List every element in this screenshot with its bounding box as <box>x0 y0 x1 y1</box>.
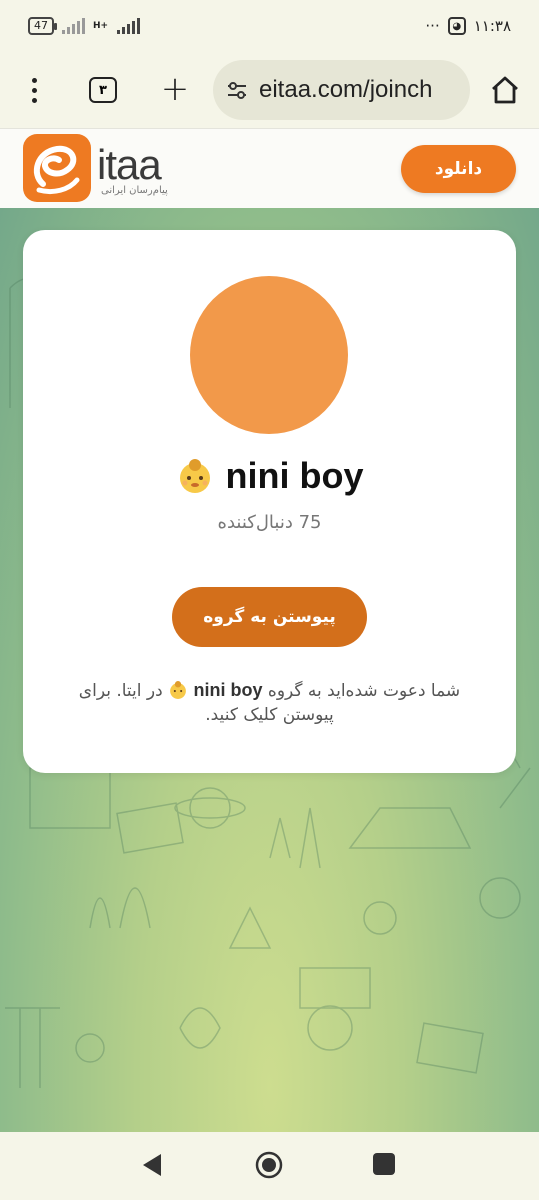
browser-toolbar: ۳ + eitaa.com/joinch <box>0 52 539 128</box>
battery-icon: 47 <box>28 17 57 35</box>
clock: ۱۱:۳۸ <box>473 17 511 35</box>
plus-icon[interactable]: + <box>158 72 192 106</box>
logo-tagline: پیام‌رسان ایرانی <box>101 185 168 196</box>
tab-switcher-button[interactable]: ۳ <box>89 77 117 103</box>
logo-word: itaa <box>97 141 162 188</box>
baby-emoji-icon <box>170 681 187 699</box>
system-nav-bar <box>0 1132 539 1200</box>
group-avatar <box>190 276 348 434</box>
eitaa-logo-icon <box>23 134 91 202</box>
baby-emoji-icon <box>179 459 210 493</box>
site-header: itaa پیام‌رسان ایرانی دانلود <box>0 128 539 208</box>
status-left: 47 H+ <box>28 17 141 35</box>
status-right: ··· ◕ ۱۱:۳۸ <box>425 17 511 35</box>
recents-square-icon[interactable] <box>373 1153 395 1175</box>
invite-prefix: شما دعوت شده‌اید به گروه <box>267 681 461 701</box>
address-bar[interactable]: eitaa.com/joinch <box>213 60 470 120</box>
tune-icon[interactable] <box>225 78 249 102</box>
invite-card: nini boy 75 دنبال‌کننده پیوستن به گروه ش… <box>23 230 516 773</box>
signal-icon-sim1 <box>62 18 85 34</box>
status-bar: 47 H+ ··· ◕ ۱۱:۳۸ <box>0 0 539 52</box>
group-name: nini boy <box>225 455 364 496</box>
invite-text: شما دعوت شده‌اید به گروه nini boy در ایت… <box>63 678 476 727</box>
members-count: 75 دنبال‌کننده <box>217 512 322 533</box>
back-triangle-icon[interactable] <box>141 1152 163 1178</box>
signal-icon-sim2 <box>117 18 141 34</box>
more-notifications-icon: ··· <box>425 17 440 35</box>
url-text[interactable]: eitaa.com/joinch <box>259 76 432 104</box>
invite-group-name: nini boy <box>193 680 263 700</box>
eitaa-logo[interactable]: itaa پیام‌رسان ایرانی <box>23 133 187 203</box>
network-type: H+ <box>93 21 109 31</box>
app-notification-icon: ◕ <box>447 17 466 35</box>
join-group-button[interactable]: پیوستن به گروه <box>172 587 367 647</box>
home-icon[interactable] <box>489 74 521 106</box>
home-circle-icon[interactable] <box>254 1150 284 1180</box>
group-title: nini boy <box>23 455 516 497</box>
download-button[interactable]: دانلود <box>401 145 516 193</box>
more-vert-icon[interactable] <box>24 74 44 106</box>
